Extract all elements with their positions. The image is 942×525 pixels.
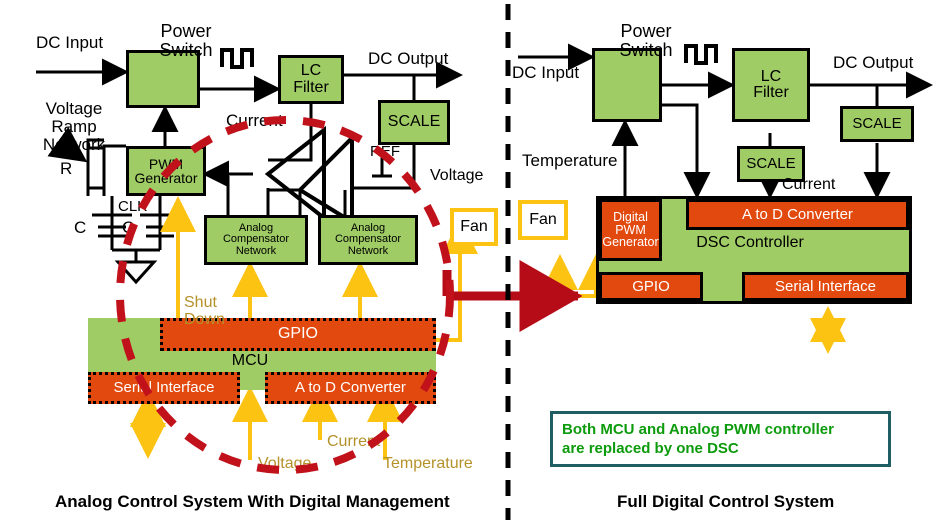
- serial-interface-label-left: Serial Interface: [113, 379, 215, 397]
- note-box: Both MCU and Analog PWM controller are r…: [550, 411, 891, 467]
- analog-compensator-1[interactable]: Analog Compensator Network: [204, 215, 308, 265]
- power-switch-label-left: Power Switch: [159, 20, 213, 60]
- fan-label-left: Fan: [460, 217, 488, 235]
- dc-input-label-right: DC Input: [512, 63, 580, 82]
- adc-voltage-label: Voltage: [258, 455, 312, 472]
- a-to-d-converter-label-left: A to D Converter: [295, 379, 406, 397]
- serial-interface-label-right: Serial Interface: [775, 277, 876, 295]
- capacitor-label-c1: C: [74, 218, 87, 237]
- ref-label: REF: [370, 143, 400, 160]
- fan-block-right[interactable]: Fan: [518, 200, 568, 240]
- left-panel-caption: Analog Control System With Digital Manag…: [55, 492, 450, 511]
- analog-compensator-1-label: Analog Compensator Network: [222, 222, 290, 257]
- scale-label-left: SCALE: [387, 113, 441, 131]
- analog-compensator-2-label: Analog Compensator Network: [334, 222, 402, 257]
- shut-down-label: Shut Down: [184, 293, 225, 328]
- serial-interface-block-left[interactable]: Serial Interface: [88, 372, 240, 404]
- a-to-d-converter-block-right[interactable]: A to D Converter: [686, 199, 909, 230]
- a-to-d-converter-block-left[interactable]: A to D Converter: [265, 372, 436, 404]
- power-switch-label-right: Power Switch: [619, 20, 673, 60]
- resistor-label-R: R: [60, 159, 73, 178]
- lc-filter-label-right: LC Filter: [753, 67, 789, 101]
- capacitors: [98, 215, 174, 250]
- scale-voltage-block-right[interactable]: SCALE: [840, 106, 914, 142]
- voltage-sense-label-left: Voltage: [430, 167, 484, 184]
- current-label-left: Current: [226, 111, 283, 130]
- dc-output-label-left: DC Output: [368, 49, 449, 68]
- current-label-right: Current: [782, 176, 836, 193]
- fan-block-left[interactable]: Fan: [450, 208, 498, 246]
- analog-compensator-2[interactable]: Analog Compensator Network: [318, 215, 418, 265]
- resistor-R: [86, 146, 106, 190]
- serial-interface-block-right[interactable]: Serial Interface: [742, 272, 909, 301]
- capacitor-label-c2: C: [122, 218, 135, 237]
- lc-filter-block-left[interactable]: LC Filter: [278, 55, 344, 104]
- adc-temperature-label: Temperature: [383, 455, 473, 472]
- dc-output-label-right: DC Output: [833, 53, 914, 72]
- voltage-ramp-network-label: Voltage Ramp Network: [42, 98, 106, 154]
- adc-current-label: Current: [327, 433, 381, 450]
- a-to-d-converter-label-right: A to D Converter: [742, 205, 853, 223]
- lc-filter-block-right[interactable]: LC Filter: [732, 48, 810, 122]
- scale-current-label: SCALE: [746, 155, 796, 173]
- pwm-generator-label: PWM Generator: [134, 155, 198, 186]
- pwm-generator-block[interactable]: PWM Generator: [126, 146, 206, 196]
- lc-filter-label-left: LC Filter: [293, 62, 329, 96]
- gpio-label-left: GPIO: [277, 325, 318, 343]
- right-panel-caption: Full Digital Control System: [617, 492, 835, 511]
- gpio-label-right: GPIO: [632, 277, 670, 295]
- scale-voltage-label: SCALE: [852, 115, 902, 133]
- fan-label-right: Fan: [529, 210, 557, 228]
- dc-input-label-left: DC Input: [36, 33, 104, 52]
- temperature-label-right: Temperature: [522, 151, 618, 170]
- gpio-block-right[interactable]: GPIO: [599, 272, 703, 301]
- dsc-controller-label: DSC Controller: [696, 234, 804, 251]
- ground-symbol: [114, 260, 158, 285]
- scale-block-left[interactable]: SCALE: [378, 100, 450, 145]
- diagram-canvas: LC Filter SCALE PWM Generator Analog Com…: [0, 0, 942, 525]
- note-text: Both MCU and Analog PWM controller are r…: [562, 421, 834, 457]
- clk-label: CLK: [118, 198, 148, 215]
- mcu-label: MCU: [231, 352, 269, 369]
